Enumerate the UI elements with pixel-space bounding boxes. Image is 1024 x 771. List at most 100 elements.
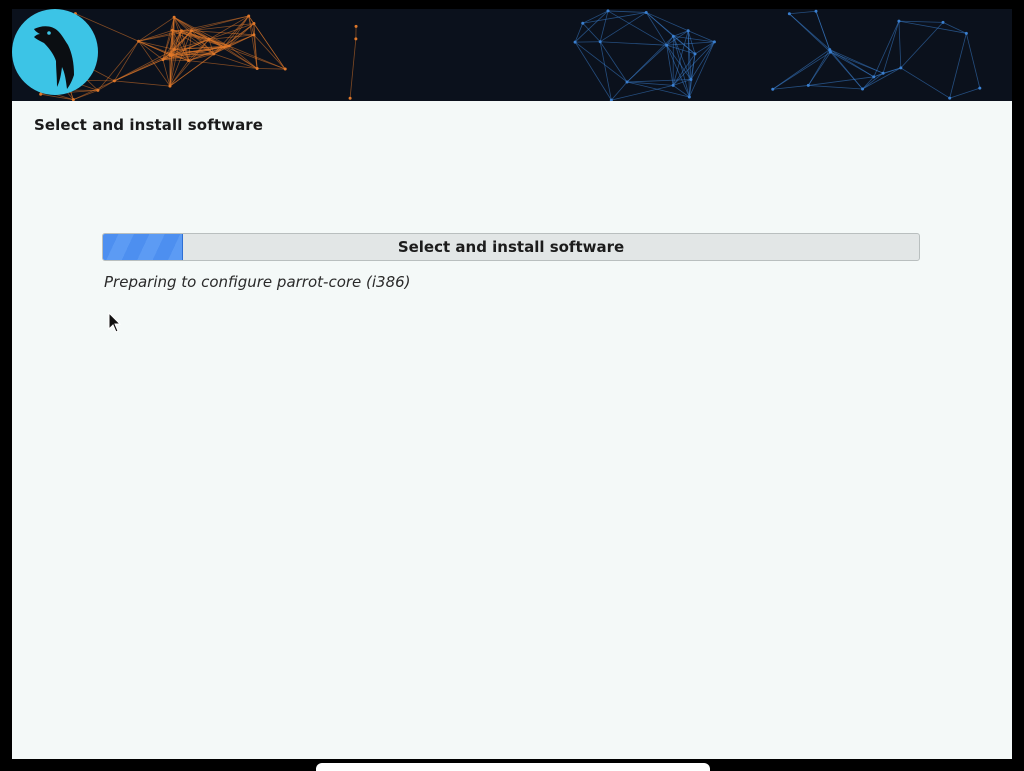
network-line bbox=[830, 52, 862, 89]
network-line bbox=[966, 33, 979, 88]
network-line bbox=[667, 45, 695, 54]
network-node bbox=[355, 25, 358, 28]
network-line bbox=[611, 82, 627, 100]
network-line bbox=[943, 22, 966, 33]
network-line bbox=[830, 52, 873, 77]
network-line bbox=[899, 21, 901, 68]
status-text: Preparing to configure parrot-core (i386… bbox=[104, 273, 411, 291]
network-line bbox=[863, 68, 901, 89]
network-line bbox=[583, 12, 646, 23]
network-line bbox=[789, 11, 816, 14]
network-node bbox=[212, 52, 215, 55]
network-node bbox=[645, 11, 648, 14]
network-node bbox=[574, 41, 577, 44]
network-line bbox=[98, 81, 114, 90]
network-line bbox=[575, 23, 583, 42]
network-node bbox=[978, 87, 981, 90]
network-line bbox=[646, 12, 688, 30]
network-line bbox=[808, 77, 873, 86]
network-node bbox=[626, 80, 629, 83]
network-node bbox=[173, 16, 176, 19]
network-node bbox=[672, 35, 675, 38]
network-line bbox=[114, 49, 174, 80]
network-node bbox=[942, 21, 945, 24]
network-background-art bbox=[12, 9, 1012, 101]
network-node bbox=[228, 44, 231, 47]
network-node bbox=[173, 48, 176, 51]
network-node bbox=[256, 67, 259, 70]
network-line bbox=[611, 85, 673, 100]
network-line bbox=[899, 21, 966, 33]
network-node bbox=[168, 85, 171, 88]
network-line bbox=[816, 11, 830, 52]
network-line bbox=[830, 52, 883, 73]
network-line bbox=[863, 77, 874, 89]
mouse-pointer-icon bbox=[108, 312, 122, 334]
network-line bbox=[863, 73, 884, 89]
network-node bbox=[872, 75, 875, 78]
network-node bbox=[897, 20, 900, 23]
network-node bbox=[882, 72, 885, 75]
network-line bbox=[163, 60, 170, 87]
network-node bbox=[829, 51, 832, 54]
network-node bbox=[599, 40, 602, 43]
progress-label: Select and install software bbox=[103, 234, 919, 260]
network-line bbox=[789, 14, 830, 52]
network-line bbox=[257, 69, 285, 70]
network-node bbox=[807, 84, 810, 87]
network-node bbox=[581, 22, 584, 25]
network-line bbox=[608, 11, 646, 13]
network-node bbox=[965, 32, 968, 35]
network-line bbox=[883, 21, 899, 73]
network-node bbox=[187, 59, 190, 62]
screen: Select and install software Select and i… bbox=[0, 0, 1024, 768]
header-banner bbox=[12, 9, 1012, 101]
network-line bbox=[901, 68, 950, 98]
network-node bbox=[687, 29, 690, 32]
network-line bbox=[254, 35, 285, 69]
network-node bbox=[113, 79, 116, 82]
installer-window: Select and install software Select and i… bbox=[12, 9, 1012, 759]
network-line bbox=[646, 12, 666, 45]
network-line bbox=[600, 12, 646, 41]
network-line bbox=[575, 11, 608, 42]
network-node bbox=[713, 40, 716, 43]
install-progress-bar: Select and install software bbox=[102, 233, 920, 261]
network-line bbox=[950, 33, 967, 98]
network-node bbox=[688, 95, 691, 98]
network-node bbox=[284, 68, 287, 71]
network-line bbox=[808, 85, 862, 89]
network-node bbox=[771, 88, 774, 91]
network-node bbox=[137, 40, 140, 43]
network-node bbox=[349, 97, 352, 100]
network-line bbox=[901, 22, 943, 68]
network-node bbox=[861, 88, 864, 91]
parrot-logo-icon bbox=[12, 9, 98, 95]
network-node bbox=[354, 37, 357, 40]
network-node bbox=[606, 9, 609, 12]
network-line bbox=[114, 81, 170, 86]
network-node bbox=[161, 58, 164, 61]
network-node bbox=[672, 84, 675, 87]
network-line bbox=[646, 12, 673, 36]
network-node bbox=[252, 33, 255, 36]
network-node bbox=[814, 10, 817, 13]
network-node bbox=[252, 22, 255, 25]
network-line bbox=[667, 45, 673, 85]
network-node bbox=[948, 97, 951, 100]
network-line bbox=[874, 21, 899, 77]
network-node bbox=[788, 12, 791, 15]
page-title: Select and install software bbox=[34, 116, 263, 134]
network-node bbox=[899, 66, 902, 69]
network-line bbox=[627, 80, 691, 82]
network-line bbox=[950, 88, 980, 98]
network-line bbox=[667, 42, 715, 45]
network-node bbox=[180, 29, 183, 32]
network-node bbox=[168, 53, 171, 56]
network-node bbox=[247, 15, 250, 18]
network-line bbox=[600, 42, 666, 45]
network-line bbox=[350, 39, 356, 98]
network-line bbox=[608, 11, 667, 45]
network-node bbox=[694, 52, 697, 55]
bottom-panel-handle bbox=[316, 763, 710, 771]
